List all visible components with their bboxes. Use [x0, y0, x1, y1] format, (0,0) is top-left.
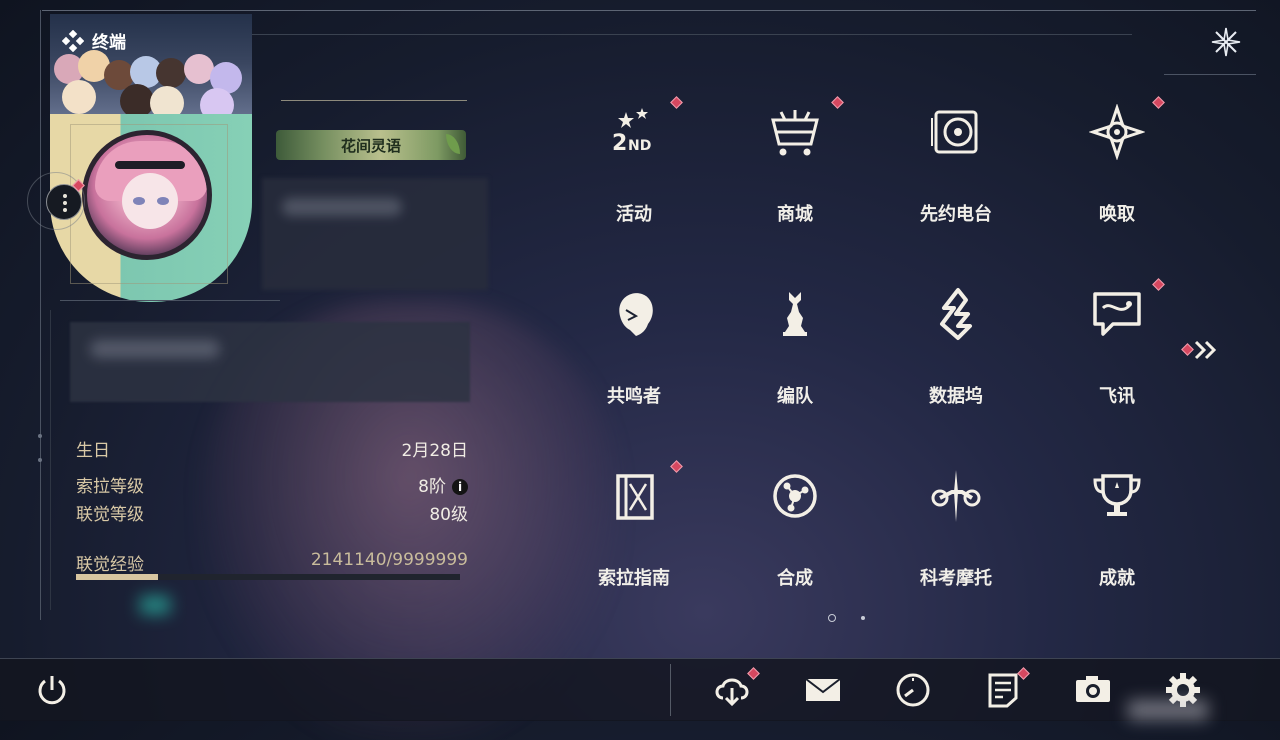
frame-line-left-inner — [50, 310, 51, 610]
svg-text:2: 2 — [612, 131, 627, 156]
message-chat-icon — [1093, 292, 1141, 336]
menu-item-label: 先约电台 — [920, 204, 992, 225]
menu-item-sola-guide[interactable]: 索拉指南 — [584, 456, 684, 594]
frame-line-left — [40, 10, 41, 620]
stat-label: 索拉等级 — [76, 477, 144, 497]
menu-item-label: 编队 — [777, 386, 813, 407]
shop-basket-icon — [771, 110, 819, 156]
stat-value: 8阶 — [418, 477, 446, 497]
menu-item-motorcycle[interactable]: 科考摩托 — [906, 456, 1006, 594]
menu-item-label: 唤取 — [1099, 204, 1135, 225]
notice-button[interactable] — [983, 670, 1023, 710]
stat-union-level: 联觉等级 80级 — [76, 500, 468, 525]
menu-item-convene[interactable]: 唤取 — [1067, 92, 1167, 230]
stat-birthday: 生日 2月28日 — [76, 436, 468, 461]
terminal-diamond-icon — [62, 29, 84, 52]
close-button[interactable] — [1208, 24, 1244, 60]
event-2nd-anniversary-icon: 2 ND — [612, 108, 651, 156]
menu-item-label: 数据坞 — [929, 386, 983, 407]
menu-item-label: 合成 — [777, 568, 813, 589]
frame-dot — [38, 458, 42, 462]
card-divider — [60, 300, 280, 301]
panel-title-text: 终端 — [92, 33, 126, 53]
radio-pass-icon — [931, 110, 978, 154]
clock-button[interactable] — [893, 670, 933, 710]
notice-icon — [988, 673, 1018, 708]
convene-compass-icon — [1089, 104, 1145, 160]
mail-icon — [805, 678, 841, 701]
menu-item-radio[interactable]: 先约电台 — [906, 92, 1006, 230]
frame-dot — [38, 434, 42, 438]
menu-item-synthesis[interactable]: 合成 — [745, 456, 845, 594]
menu-item-team[interactable]: 编队 — [745, 274, 845, 412]
info-icon[interactable]: i — [452, 479, 468, 495]
synthesis-icon — [773, 474, 817, 518]
menu-item-label: 科考摩托 — [920, 568, 992, 589]
menu-item-activity[interactable]: 2 ND 活动 — [584, 92, 684, 230]
camera-icon — [1076, 676, 1110, 702]
download-button[interactable] — [713, 670, 753, 710]
clock-icon — [896, 673, 930, 707]
menu-item-label: 索拉指南 — [598, 568, 670, 589]
menu-item-data-bank[interactable]: 数据坞 — [906, 274, 1006, 412]
page-dot-active[interactable] — [828, 614, 836, 622]
frame-line-inner — [252, 34, 1132, 35]
camera-button[interactable] — [1073, 670, 1113, 710]
svg-text:ND: ND — [628, 138, 651, 154]
close-icon — [1211, 27, 1241, 57]
team-chess-icon — [783, 292, 807, 336]
resonator-head-icon — [619, 293, 653, 336]
achievement-trophy-icon — [1093, 474, 1141, 516]
page-indicator — [826, 612, 870, 624]
power-button[interactable] — [32, 670, 72, 710]
stat-value: 2141140/9999999 — [310, 550, 468, 570]
union-exp-fill — [76, 574, 159, 580]
frame-line-right — [1164, 74, 1256, 75]
data-bank-icon — [940, 288, 972, 340]
stat-label: 生日 — [76, 441, 110, 461]
menu-item-label: 飞讯 — [1099, 386, 1135, 407]
union-exp-bar — [76, 574, 460, 580]
bottom-bar-divider — [670, 664, 671, 716]
blurred-signature-area — [70, 322, 470, 402]
stat-union-exp: 联觉经验 2141140/9999999 — [76, 550, 468, 575]
menu-item-achievements[interactable]: 成就 — [1067, 456, 1167, 594]
menu-item-label: 活动 — [616, 204, 652, 225]
stat-value: 80级 — [429, 505, 468, 525]
stat-value-with-info: 8阶 i — [418, 472, 468, 497]
menu-item-label: 成就 — [1099, 568, 1135, 589]
menu-item-label: 商城 — [777, 204, 813, 225]
frame-line-top — [42, 10, 1256, 11]
profile-title-badge[interactable]: 花间灵语 — [276, 130, 466, 160]
next-page-button[interactable] — [1180, 338, 1220, 362]
menu-item-messages[interactable]: 飞讯 — [1067, 274, 1167, 412]
page-dot[interactable] — [861, 616, 865, 620]
download-icon — [715, 678, 749, 707]
stat-value: 2月28日 — [401, 441, 468, 461]
stat-label: 联觉经验 — [76, 555, 144, 575]
menu-item-label: 共鸣者 — [607, 386, 661, 407]
motorcycle-icon — [931, 470, 981, 522]
name-divider — [281, 100, 467, 101]
corner-overlay — [1128, 700, 1208, 720]
mail-button[interactable] — [803, 670, 843, 710]
guide-book-icon — [616, 474, 654, 520]
profile-title-text: 花间灵语 — [340, 136, 401, 155]
power-icon — [38, 676, 66, 705]
panel-title: 终端 — [62, 28, 126, 53]
stat-sola-level: 索拉等级 8阶 i — [76, 472, 468, 497]
blurred-name-area — [262, 178, 488, 290]
stat-label: 联觉等级 — [76, 505, 144, 525]
background-accent — [140, 596, 170, 614]
leaf-icon — [446, 134, 460, 154]
menu-item-shop[interactable]: 商城 — [745, 92, 845, 230]
avatar[interactable] — [82, 130, 212, 260]
menu-item-resonators[interactable]: 共鸣者 — [584, 274, 684, 412]
